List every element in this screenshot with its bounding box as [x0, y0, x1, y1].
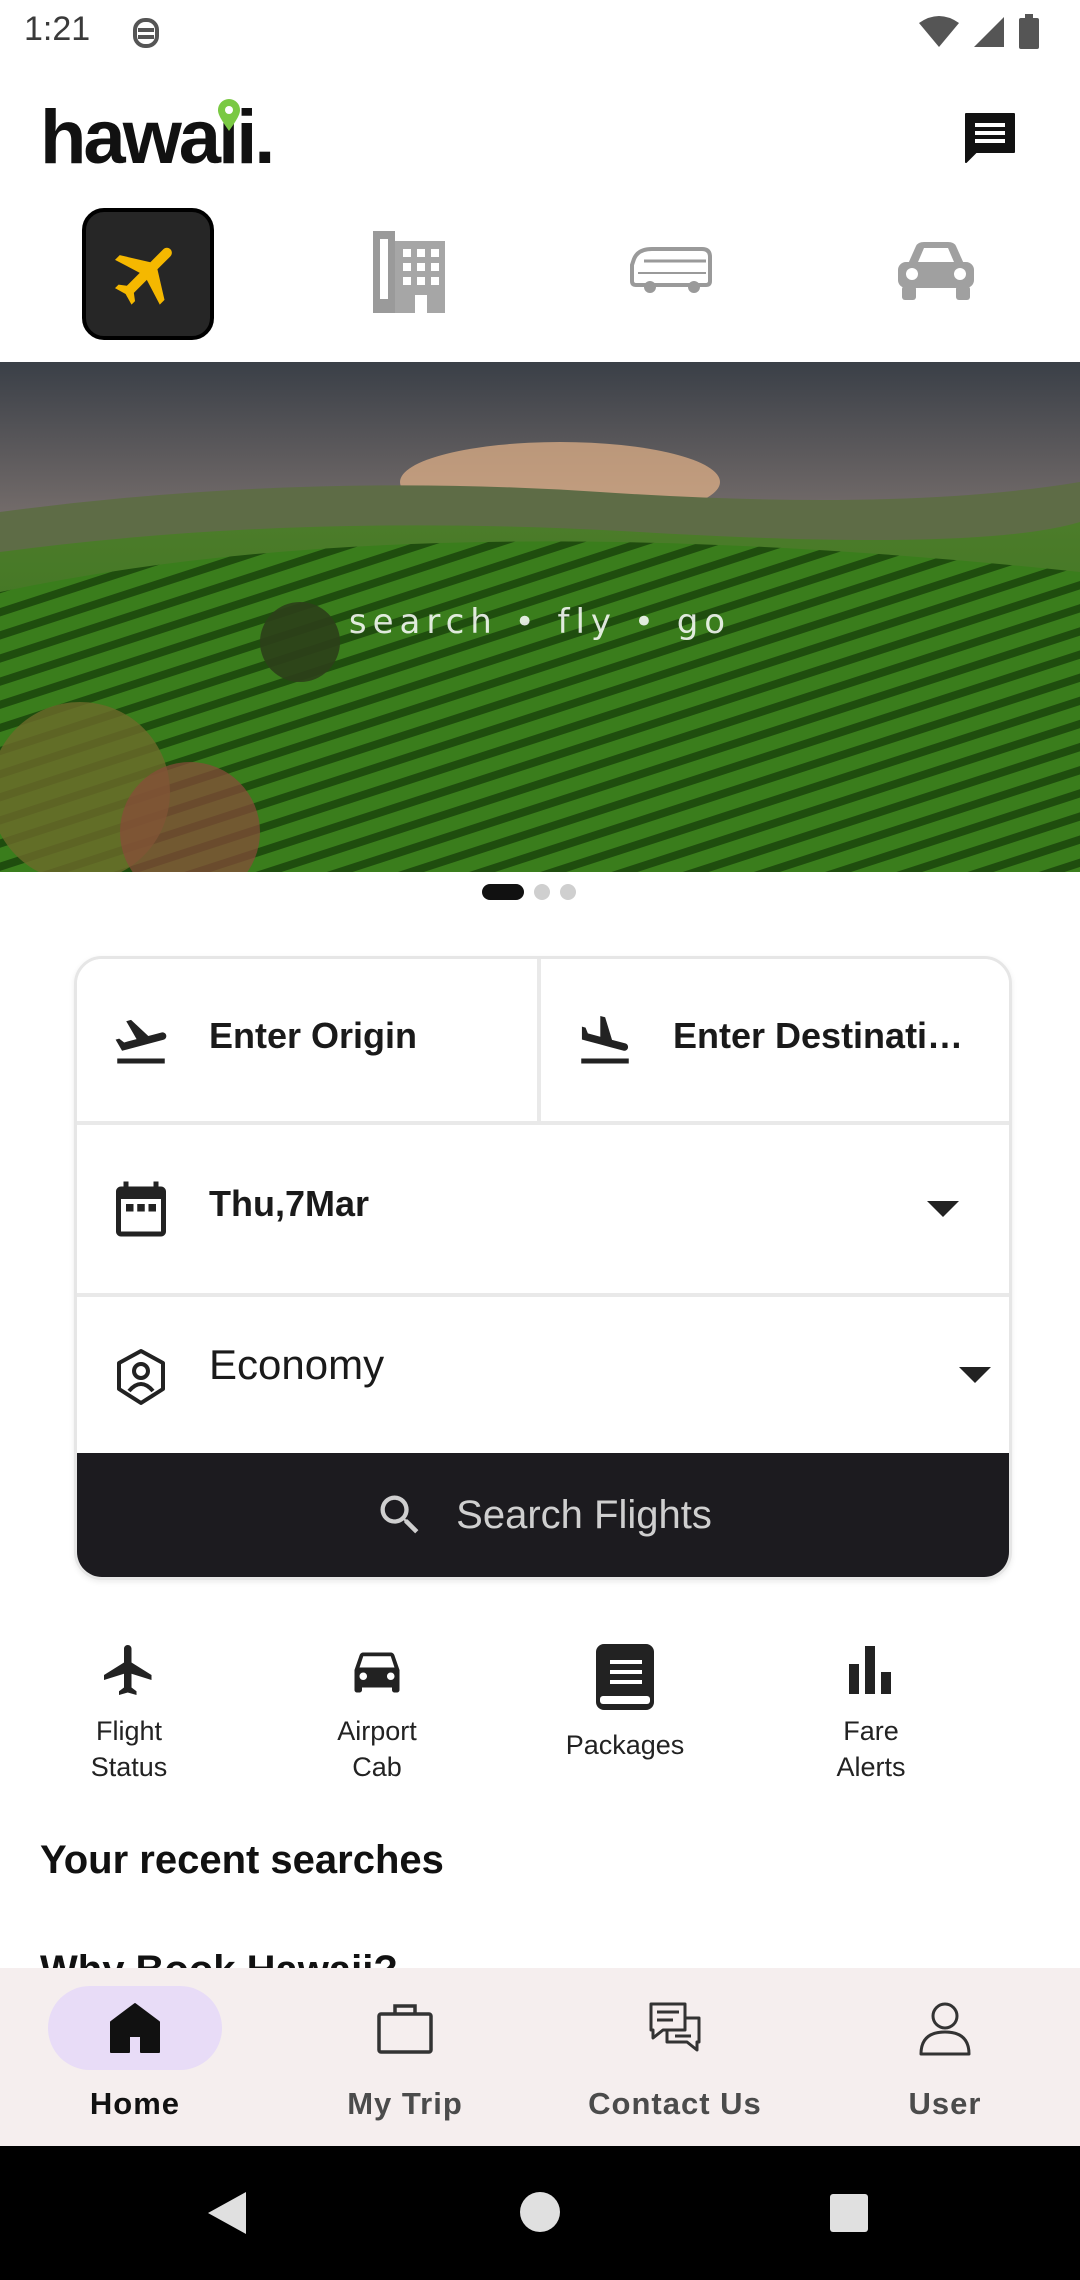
origin-field[interactable]: Enter Origin — [77, 959, 541, 1125]
status-bar: 1:21 — [0, 0, 1080, 66]
nav-label: My Trip — [347, 2086, 463, 2121]
cell-signal-icon — [974, 17, 1004, 47]
nav-user[interactable]: User — [810, 1968, 1080, 2146]
chevron-down-icon — [959, 1367, 991, 1383]
category-hotel[interactable] — [346, 208, 470, 332]
banner-caption: search • fly • go — [348, 602, 732, 642]
quick-action-airport-cab[interactable]: Airport Cab — [287, 1640, 467, 1785]
recents-icon[interactable] — [828, 2192, 870, 2234]
carousel-dot-2[interactable] — [534, 884, 550, 900]
nav-label: User — [908, 2086, 982, 2121]
cabin-class-value: Economy — [209, 1341, 385, 1388]
destination-field[interactable]: Enter Destinati… — [541, 959, 1009, 1125]
nav-label: Home — [89, 2086, 181, 2121]
airplane-icon — [104, 1645, 152, 1695]
date-field[interactable]: Thu,7Mar — [77, 1125, 1009, 1297]
search-flights-button[interactable]: Search Flights — [77, 1453, 1009, 1577]
category-flight[interactable] — [82, 208, 214, 340]
calendar-icon — [116, 1181, 166, 1237]
bar-chart-icon — [849, 1646, 891, 1694]
status-time: 1:21 — [24, 10, 91, 48]
quick-action-label: Flight Status — [90, 1716, 168, 1782]
messages-icon[interactable] — [960, 108, 1020, 168]
quick-action-label: Airport Cab — [337, 1716, 417, 1782]
user-icon — [919, 2002, 971, 2056]
quick-action-flight-status[interactable]: Flight Status — [39, 1640, 219, 1785]
nav-contact-us[interactable]: Contact Us — [540, 1968, 810, 2146]
briefcase-icon — [377, 2004, 433, 2054]
person-shield-icon — [117, 1349, 165, 1405]
carousel-dot-3[interactable] — [560, 884, 576, 900]
quick-action-label: Packages — [565, 1730, 685, 1760]
sync-icon — [133, 18, 159, 48]
location-pin-icon — [218, 99, 240, 131]
flight-takeoff-icon — [115, 1019, 167, 1064]
book-icon — [596, 1644, 654, 1710]
carousel-indicator — [482, 884, 576, 900]
airplane-icon — [115, 247, 172, 305]
bus-icon — [630, 247, 712, 293]
carousel-dot-1[interactable] — [482, 884, 524, 900]
back-icon[interactable] — [204, 2188, 250, 2238]
wifi-icon — [919, 16, 959, 47]
quick-action-label: Fare Alerts — [836, 1716, 906, 1782]
cabin-class-field[interactable]: Economy — [77, 1297, 1009, 1449]
car-icon — [898, 242, 974, 300]
car-icon — [354, 1652, 400, 1693]
nav-label: Contact Us — [588, 2086, 762, 2121]
home-button-icon[interactable] — [518, 2190, 562, 2234]
destination-label: Enter Destinati… — [673, 1015, 964, 1056]
logo: hawaii. — [40, 95, 275, 180]
why-book-title: Why Book Hawaii? — [40, 1950, 398, 1970]
hero-banner[interactable]: search • fly • go — [0, 362, 1080, 872]
category-tabs — [0, 200, 1080, 340]
search-icon — [380, 1495, 419, 1534]
chevron-down-icon — [927, 1201, 959, 1217]
home-icon — [110, 2003, 160, 2053]
system-navigation-bar — [0, 2146, 1080, 2280]
date-value: Thu,7Mar — [209, 1183, 370, 1224]
search-flights-label: Search Flights — [456, 1492, 712, 1537]
hotel-building-icon — [373, 231, 445, 313]
origin-label: Enter Origin — [209, 1015, 418, 1056]
chat-icon — [649, 2002, 701, 2052]
quick-action-packages[interactable]: Packages — [535, 1640, 715, 1763]
flight-landing-icon — [581, 1016, 629, 1064]
battery-icon — [1019, 14, 1039, 49]
nav-home[interactable]: Home — [0, 1968, 270, 2146]
category-car[interactable] — [874, 208, 998, 332]
category-bus[interactable] — [610, 208, 734, 332]
bottom-navigation: Home My Trip Contact Us User — [0, 1968, 1080, 2146]
quick-action-fare-alerts[interactable]: Fare Alerts — [781, 1640, 961, 1785]
flight-search-card: Enter Origin Enter Destinati… Thu,7Mar E… — [74, 956, 1012, 1580]
recent-searches-title: Your recent searches — [40, 1838, 444, 1882]
nav-my-trip[interactable]: My Trip — [270, 1968, 540, 2146]
